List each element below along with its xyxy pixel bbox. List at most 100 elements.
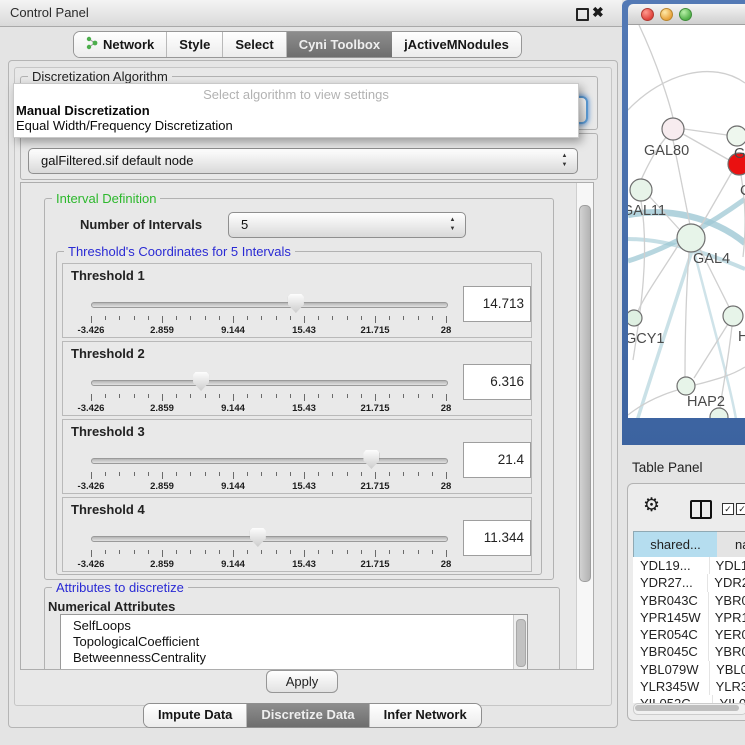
cell-name: YDL1 — [709, 557, 745, 574]
list-scrollbar-thumb[interactable] — [516, 619, 526, 667]
table-hscrollbar-thumb[interactable] — [635, 705, 739, 711]
slider-track[interactable] — [91, 536, 448, 542]
table-data-combobox[interactable]: galFiltered.sif default node ▲▼ — [28, 148, 578, 174]
threshold-value-field[interactable]: 14.713 — [463, 286, 531, 322]
network-edge[interactable] — [628, 72, 745, 110]
network-node[interactable] — [677, 224, 705, 252]
tab-discretize-data[interactable]: Discretize Data — [247, 704, 369, 727]
attribute-list-item[interactable]: SelfLoops — [61, 615, 527, 634]
column-header-shared[interactable]: shared... — [633, 531, 718, 558]
split-columns-icon[interactable] — [690, 500, 712, 519]
gear-icon[interactable]: ⚙ — [643, 494, 660, 517]
tick-mark — [247, 472, 248, 476]
panel-scrollbar[interactable] — [576, 183, 593, 669]
threshold-value-field[interactable]: 6.316 — [463, 364, 531, 400]
tick-mark — [418, 550, 419, 554]
apply-button[interactable]: Apply — [266, 670, 338, 693]
column-header-name[interactable]: name — [717, 531, 745, 558]
tick-label: 28 — [441, 403, 452, 414]
tick-mark — [205, 394, 206, 398]
tick-mark — [247, 394, 248, 398]
bottom-tab-bar: Impute Data Discretize Data Infer Networ… — [143, 703, 482, 728]
tick-mark — [290, 550, 291, 554]
tab-infer-network[interactable]: Infer Network — [370, 704, 481, 727]
tab-network[interactable]: Network — [74, 32, 167, 57]
slider-thumb[interactable] — [193, 372, 209, 391]
tab-cyni-toolbox[interactable]: Cyni Toolbox — [287, 32, 392, 57]
network-edge[interactable] — [683, 134, 729, 160]
network-node[interactable] — [630, 179, 652, 201]
list-scrollbar[interactable] — [513, 615, 527, 670]
attribute-list-item[interactable]: BetweennessCentrality — [61, 650, 527, 666]
tick-mark — [375, 472, 376, 479]
network-node[interactable] — [628, 310, 642, 326]
slider-track[interactable] — [91, 302, 448, 308]
network-edge[interactable] — [684, 129, 727, 135]
table-row[interactable]: YLR345WYLR3 — [633, 678, 745, 695]
table-hscrollbar[interactable] — [633, 703, 745, 715]
network-node[interactable] — [662, 118, 684, 140]
tick-mark — [318, 394, 319, 398]
threshold-label: Threshold 2 — [71, 346, 145, 361]
cell-name: YBR0 — [708, 643, 745, 660]
table-row[interactable]: YPR145WYPR1 — [633, 609, 745, 626]
slider-thumb[interactable] — [250, 528, 266, 547]
table-row[interactable]: YBR043CYBR0 — [633, 592, 745, 609]
slider-thumb[interactable] — [363, 450, 379, 469]
threshold-slider[interactable]: -3.4262.8599.14415.4321.71528 — [91, 450, 446, 492]
network-node[interactable] — [723, 306, 743, 326]
zoom-traffic-light[interactable] — [679, 8, 692, 21]
threshold-value-field[interactable]: 11.344 — [463, 520, 531, 556]
checkbox-icon[interactable]: ✓ — [722, 503, 734, 515]
close-traffic-light[interactable] — [641, 8, 654, 21]
float-window-icon[interactable] — [576, 8, 589, 21]
numerical-attributes-list[interactable]: SelfLoopsTopologicalCoefficientBetweenne… — [60, 614, 528, 670]
minimize-traffic-light[interactable] — [660, 8, 673, 21]
slider-thumb[interactable] — [288, 294, 304, 313]
tick-mark — [332, 472, 333, 476]
checkbox-icon[interactable]: ✓ — [736, 503, 745, 515]
table-row[interactable]: YDL19...YDL1 — [633, 557, 745, 574]
cell-name: YIL0 — [712, 695, 745, 703]
tick-mark — [290, 394, 291, 398]
close-icon[interactable]: ✖ — [592, 4, 604, 21]
table-row[interactable]: YBR045CYBR0 — [633, 643, 745, 660]
network-canvas[interactable]: GAL80GACGAL11GAL4GCY1HHAP2 — [628, 25, 745, 418]
tick-mark — [418, 472, 419, 476]
network-thick-edge[interactable] — [694, 251, 736, 418]
cell-name: YBL0 — [709, 661, 745, 678]
tick-mark — [276, 472, 277, 476]
network-node-label: GCY1 — [628, 331, 665, 347]
table-row[interactable]: YBL079WYBL0 — [633, 661, 745, 678]
threshold-value-field[interactable]: 21.4 — [463, 442, 531, 478]
network-window-titlebar[interactable] — [628, 4, 745, 25]
table-row[interactable]: YDR27...YDR2 — [633, 574, 745, 591]
slider-track[interactable] — [91, 380, 448, 386]
threshold-slider[interactable]: -3.4262.8599.14415.4321.71528 — [91, 372, 446, 414]
combo-value: galFiltered.sif default node — [41, 153, 193, 168]
tick-mark — [162, 316, 163, 323]
tab-select[interactable]: Select — [223, 32, 286, 57]
network-edge[interactable] — [694, 324, 728, 378]
threshold-slider[interactable]: -3.4262.8599.14415.4321.71528 — [91, 528, 446, 570]
table-row[interactable]: YER054CYER0 — [633, 626, 745, 643]
network-node[interactable] — [727, 126, 745, 146]
attribute-list-item[interactable]: TopologicalCoefficient — [61, 634, 527, 650]
tick-label: 28 — [441, 481, 452, 492]
tab-style[interactable]: Style — [167, 32, 223, 57]
tab-jactivemnodules[interactable]: jActiveMNodules — [392, 32, 521, 57]
slider-track[interactable] — [91, 458, 448, 464]
threshold-slider[interactable]: -3.4262.8599.14415.4321.71528 — [91, 294, 446, 336]
network-node[interactable] — [677, 377, 695, 395]
tick-mark — [205, 472, 206, 476]
table-row[interactable]: YIL052CYIL0 — [633, 695, 745, 703]
top-tab-bar: Network Style Select Cyni Toolbox jActiv… — [73, 31, 522, 58]
popup-item-equal-width-frequency[interactable]: Equal Width/Frequency Discretization — [16, 118, 233, 133]
number-of-intervals-combobox[interactable]: 5 ▲▼ — [228, 212, 466, 238]
popup-item-manual-discretization[interactable]: Manual Discretization — [16, 103, 150, 118]
tick-label: 15.43 — [292, 325, 316, 336]
network-edge[interactable] — [639, 25, 673, 118]
tab-impute-data[interactable]: Impute Data — [144, 704, 247, 727]
tick-mark — [389, 472, 390, 476]
panel-scrollbar-thumb[interactable] — [579, 205, 591, 582]
